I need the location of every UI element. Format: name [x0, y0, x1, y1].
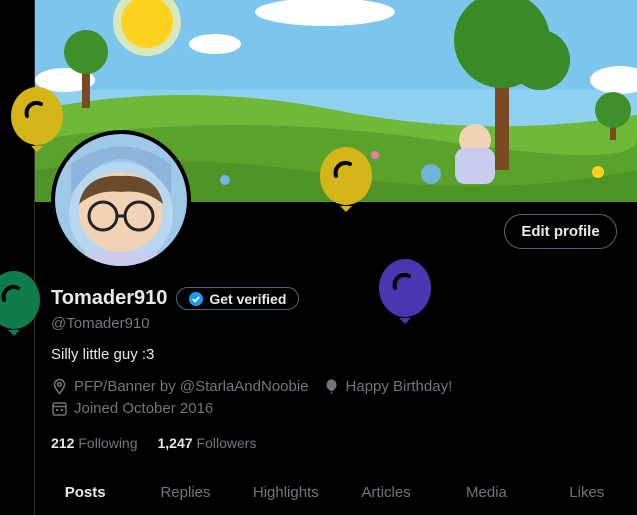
- display-name: Tomader910: [51, 287, 168, 309]
- get-verified-button[interactable]: Get verified: [176, 287, 300, 310]
- birthday-text: Happy Birthday!: [345, 378, 453, 395]
- avatar-image: [55, 134, 187, 266]
- tab-highlights-label: Highlights: [252, 484, 319, 501]
- avatar[interactable]: [51, 130, 191, 270]
- calendar-icon: [52, 402, 67, 416]
- tab-likes[interactable]: Likes: [537, 470, 637, 515]
- profile-meta-row: PFP/Banner by @StarlaAndNoobie Happy Bir…: [51, 378, 466, 395]
- tab-media[interactable]: Media: [436, 470, 536, 515]
- tab-articles[interactable]: Articles: [336, 470, 436, 515]
- following-label: Following: [78, 435, 138, 451]
- followers-label: Followers: [196, 435, 257, 451]
- birthday-balloon-icon[interactable]: [9, 86, 65, 156]
- follow-stats: 212 Following 1,247 Followers: [51, 435, 276, 451]
- edit-profile-button[interactable]: Edit profile: [504, 214, 617, 249]
- profile-birthday: Happy Birthday!: [323, 378, 453, 395]
- location-pin-icon: [53, 378, 66, 395]
- birthday-balloon-icon[interactable]: [0, 270, 42, 340]
- name-row: Tomader910 Get verified: [51, 287, 300, 310]
- following-count: 212: [51, 435, 75, 451]
- tab-articles-label: Articles: [361, 484, 411, 501]
- tab-replies[interactable]: Replies: [135, 470, 235, 515]
- tab-posts[interactable]: Posts: [35, 470, 135, 515]
- profile-joined-row: Joined October 2016: [51, 400, 227, 417]
- birthday-balloon-icon[interactable]: [318, 146, 374, 216]
- verified-badge-icon: [189, 291, 204, 306]
- get-verified-label: Get verified: [209, 290, 287, 307]
- user-bio: Silly little guy :3: [51, 346, 155, 363]
- profile-tabs: Posts Replies Highlights Articles Media …: [35, 470, 637, 515]
- followers-count: 1,247: [157, 435, 193, 451]
- following-link[interactable]: 212 Following: [51, 435, 158, 451]
- joined-text: Joined October 2016: [74, 400, 214, 417]
- balloon-icon: [326, 379, 337, 394]
- followers-link[interactable]: 1,247 Followers: [158, 435, 277, 451]
- birthday-balloon-icon[interactable]: [377, 258, 433, 328]
- tab-likes-label: Likes: [569, 484, 605, 501]
- tab-media-label: Media: [466, 484, 507, 501]
- user-handle: @Tomader910: [51, 315, 150, 332]
- tab-highlights[interactable]: Highlights: [236, 470, 336, 515]
- profile-location: PFP/Banner by @StarlaAndNoobie: [51, 378, 309, 395]
- tab-replies-label: Replies: [160, 484, 211, 501]
- tab-posts-label: Posts: [64, 484, 106, 501]
- profile-joined: Joined October 2016: [51, 400, 213, 417]
- location-text: PFP/Banner by @StarlaAndNoobie: [74, 378, 309, 395]
